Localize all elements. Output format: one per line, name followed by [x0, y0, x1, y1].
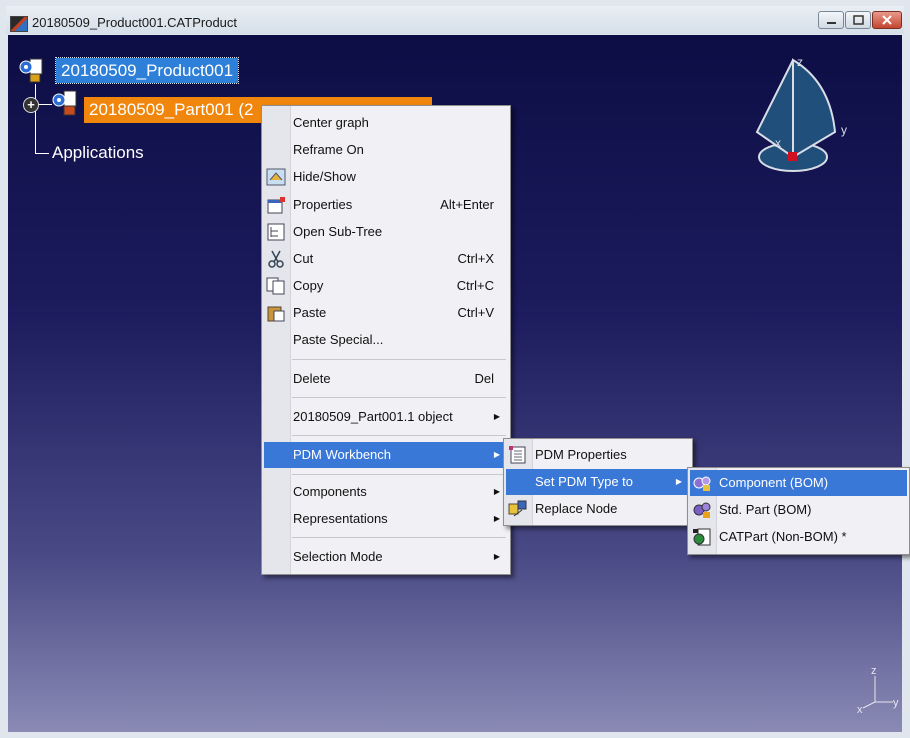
catia-app-icon	[10, 16, 28, 32]
tree-connector	[35, 84, 36, 154]
pdm-type-submenu: Component (BOM) Std. Part (BOM) CATPart …	[687, 467, 910, 555]
menu-item-label: CATPart (Non-BOM) *	[719, 529, 847, 544]
compass-x-label: x	[775, 136, 781, 150]
menu-item-part-object[interactable]: 20180509_Part001.1 object ▶	[264, 404, 508, 430]
menu-item-label: Hide/Show	[293, 169, 356, 184]
menu-item-shortcut: Del	[474, 371, 494, 386]
catpart-icon	[693, 528, 711, 546]
submenu-arrow-icon: ▶	[493, 450, 500, 459]
menu-item-copy[interactable]: Copy Ctrl+C	[264, 273, 508, 299]
axis-system-icon: z y x	[857, 665, 899, 714]
window-title: 20180509_Product001.CATProduct	[32, 15, 238, 30]
menu-item-shortcut: Alt+Enter	[440, 197, 494, 212]
hide-show-icon	[266, 168, 286, 186]
menu-item-label: Replace Node	[535, 501, 618, 516]
menu-item-reframe-on[interactable]: Reframe On	[264, 137, 508, 163]
menu-item-label: Copy	[293, 278, 324, 293]
axis-y-label: y	[893, 697, 899, 709]
pdm-properties-icon	[509, 446, 526, 464]
menu-item-catpart-non-bom[interactable]: CATPart (Non-BOM) *	[690, 524, 907, 550]
menu-item-label: Center graph	[293, 115, 369, 130]
properties-icon	[267, 197, 285, 214]
tree-applications-node[interactable]: Applications	[52, 143, 144, 163]
close-icon	[882, 15, 892, 25]
minimize-icon	[827, 22, 836, 24]
menu-separator	[292, 537, 506, 538]
copy-icon	[266, 277, 285, 295]
menu-item-label: Selection Mode	[293, 549, 383, 564]
replace-node-icon	[508, 500, 527, 517]
menu-item-delete[interactable]: Delete Del	[264, 366, 508, 392]
close-button[interactable]	[872, 11, 902, 29]
maximize-button[interactable]	[845, 11, 871, 29]
menu-item-properties[interactable]: Properties Alt+Enter	[264, 192, 508, 218]
menu-item-shortcut: Ctrl+V	[457, 305, 494, 320]
menu-item-open-subtree[interactable]: Open Sub-Tree	[264, 219, 508, 245]
menu-item-pdm-workbench[interactable]: PDM Workbench ▶	[264, 442, 508, 468]
menu-item-cut[interactable]: Cut Ctrl+X	[264, 246, 508, 272]
context-menu: Center graph Reframe On Hide/Show Proper…	[261, 105, 511, 575]
subtree-icon	[267, 223, 285, 241]
menu-item-label: Cut	[293, 251, 314, 266]
tree-connector	[35, 153, 49, 154]
compass-icon[interactable]: z y x	[745, 52, 865, 182]
submenu-arrow-icon: ▶	[493, 412, 500, 421]
menu-item-label: Set PDM Type to	[535, 474, 634, 489]
menu-item-label: PDM Workbench	[293, 447, 392, 462]
menu-item-selection-mode[interactable]: Selection Mode ▶	[264, 544, 508, 570]
pdm-submenu: PDM Properties Set PDM Type to ▶ Replace…	[503, 438, 693, 526]
menu-item-label: Open Sub-Tree	[293, 224, 383, 239]
menu-separator	[292, 359, 506, 360]
menu-separator	[292, 474, 506, 475]
menu-item-label: Std. Part (BOM)	[719, 502, 812, 517]
scissors-icon	[268, 250, 284, 268]
axis-z-label: z	[871, 665, 877, 677]
menu-item-representations[interactable]: Representations ▶	[264, 506, 508, 532]
submenu-arrow-icon: ▶	[675, 477, 682, 486]
menu-item-label: Representations	[293, 511, 388, 526]
menu-item-pdm-properties[interactable]: PDM Properties	[506, 442, 690, 468]
submenu-arrow-icon: ▶	[493, 514, 500, 523]
menu-item-label: Paste Special...	[293, 332, 384, 347]
menu-item-label: Delete	[293, 371, 331, 386]
tree-expander-icon[interactable]: +	[23, 97, 39, 113]
menu-item-paste[interactable]: Paste Ctrl+V	[264, 300, 508, 326]
axis-x-label: x	[857, 704, 863, 714]
restore-icon	[853, 15, 864, 25]
submenu-arrow-icon: ▶	[493, 552, 500, 561]
menu-item-component-bom[interactable]: Component (BOM)	[690, 470, 907, 496]
menu-item-label: PDM Properties	[535, 447, 627, 462]
menu-item-set-pdm-type[interactable]: Set PDM Type to ▶	[506, 469, 690, 495]
menu-item-shortcut: Ctrl+X	[457, 251, 494, 266]
menu-item-components[interactable]: Components ▶	[264, 479, 508, 505]
compass-y-label: y	[841, 123, 847, 137]
menu-item-shortcut: Ctrl+C	[456, 278, 494, 293]
submenu-arrow-icon: ▶	[493, 487, 500, 496]
menu-item-std-part-bom[interactable]: Std. Part (BOM)	[690, 497, 907, 523]
menu-item-hide-show[interactable]: Hide/Show	[264, 164, 508, 190]
tree-root-product[interactable]: 20180509_Product001	[54, 57, 240, 84]
paste-icon	[267, 306, 285, 322]
menu-item-label: Component (BOM)	[719, 475, 829, 490]
menu-item-paste-special[interactable]: Paste Special...	[264, 327, 508, 353]
minimize-button[interactable]	[818, 11, 844, 29]
menu-separator	[292, 435, 506, 436]
menu-item-label: Components	[293, 484, 367, 499]
menu-item-label: Paste	[293, 305, 327, 320]
menu-item-label: 20180509_Part001.1 object	[293, 409, 453, 424]
product-icon[interactable]	[18, 58, 50, 84]
menu-item-center-graph[interactable]: Center graph	[264, 110, 508, 136]
std-part-gears-icon	[693, 502, 711, 518]
component-gears-icon	[693, 476, 711, 491]
menu-item-replace-node[interactable]: Replace Node	[506, 496, 690, 522]
menu-separator	[292, 397, 506, 398]
part-icon[interactable]	[50, 90, 82, 118]
menu-item-label: Properties	[293, 197, 353, 212]
compass-z-label: z	[797, 55, 803, 69]
menu-item-label: Reframe On	[293, 142, 364, 157]
